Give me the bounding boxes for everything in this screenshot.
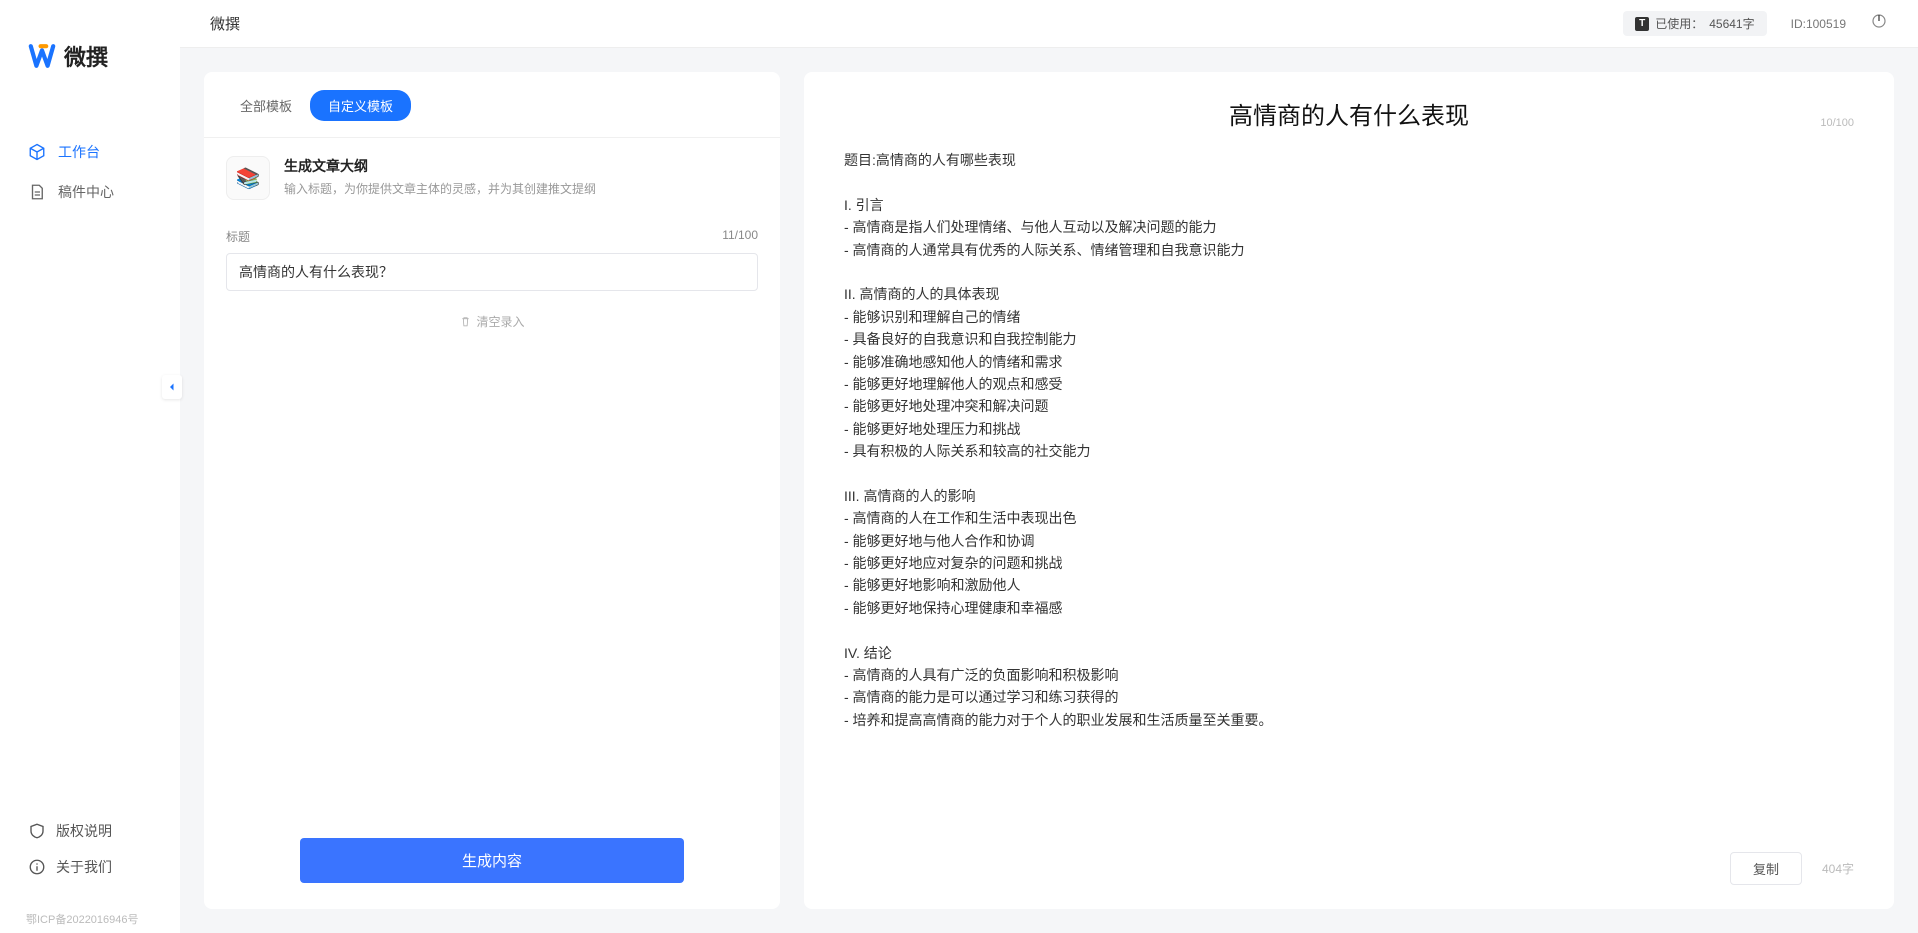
copy-button[interactable]: 复制: [1730, 852, 1802, 885]
footer-item-label: 关于我们: [56, 857, 112, 877]
usage-badge[interactable]: T 已使用： 45641字: [1623, 11, 1766, 36]
template-tabs: 全部模板 自定义模板: [204, 90, 780, 138]
icp-text: 鄂ICP备2022016946号: [0, 905, 180, 933]
footer-about[interactable]: 关于我们: [28, 849, 152, 885]
sidebar: 微撰 工作台 稿件中心 版权说明 关于我们 鄂ICP备2022016946号: [0, 0, 180, 933]
chevron-left-icon: [166, 381, 178, 393]
output-body[interactable]: 题目:高情商的人有哪些表现 I. 引言 - 高情商是指人们处理情绪、与他人互动以…: [844, 149, 1854, 836]
clear-input-button[interactable]: 清空录入: [204, 299, 780, 344]
output-title-counter: 10/100: [1820, 117, 1854, 129]
shield-icon: [28, 822, 46, 840]
output-title[interactable]: 高情商的人有什么表现: [1229, 96, 1469, 131]
footer-item-label: 版权说明: [56, 821, 112, 841]
input-panel: 全部模板 自定义模板 📚 生成文章大纲 输入标题，为你提供文章主体的灵感，并为其…: [204, 72, 780, 909]
selected-template-card: 📚 生成文章大纲 输入标题，为你提供文章主体的灵感，并为其创建推文提纲: [204, 138, 780, 210]
nav-item-label: 稿件中心: [58, 182, 114, 202]
cube-icon: [28, 143, 46, 161]
info-icon: [28, 858, 46, 876]
generate-button[interactable]: 生成内容: [300, 838, 684, 883]
usage-prefix: 已使用：: [1655, 15, 1703, 32]
clear-label: 清空录入: [476, 313, 524, 330]
document-icon: [28, 183, 46, 201]
logo-icon: [28, 42, 56, 70]
main-nav: 工作台 稿件中心: [0, 112, 180, 813]
nav-workspace[interactable]: 工作台: [0, 132, 180, 172]
template-title: 生成文章大纲: [284, 156, 758, 176]
trash-icon: [459, 315, 472, 328]
power-button[interactable]: [1870, 12, 1888, 35]
topbar: 微撰 T 已使用： 45641字 ID:100519: [180, 0, 1918, 48]
brand-logo: 微撰: [0, 30, 180, 112]
tab-all-templates[interactable]: 全部模板: [222, 90, 310, 121]
content-row: 全部模板 自定义模板 📚 生成文章大纲 输入标题，为你提供文章主体的灵感，并为其…: [180, 48, 1918, 933]
field-label: 标题: [226, 228, 250, 245]
template-icon: 📚: [226, 156, 270, 200]
nav-docs[interactable]: 稿件中心: [0, 172, 180, 212]
text-icon: T: [1635, 17, 1649, 31]
power-icon: [1870, 12, 1888, 30]
brand-name: 微撰: [64, 40, 108, 72]
nav-item-label: 工作台: [58, 142, 100, 162]
sidebar-footer: 版权说明 关于我们: [0, 813, 180, 905]
word-count: 404字: [1822, 860, 1854, 877]
output-footer: 复制 404字: [844, 836, 1854, 885]
field-counter: 11/100: [722, 228, 758, 245]
title-input[interactable]: [226, 253, 758, 291]
main-area: 微撰 T 已使用： 45641字 ID:100519 全部模板 自定义模板 📚: [180, 0, 1918, 933]
template-subtitle: 输入标题，为你提供文章主体的灵感，并为其创建推文提纲: [284, 180, 758, 197]
title-field-block: 标题 11/100: [204, 210, 780, 299]
user-id: ID:100519: [1791, 17, 1846, 31]
footer-copyright[interactable]: 版权说明: [28, 813, 152, 849]
sidebar-collapse-handle[interactable]: [162, 375, 182, 399]
tab-custom-template[interactable]: 自定义模板: [310, 90, 411, 121]
output-panel: 高情商的人有什么表现 10/100 题目:高情商的人有哪些表现 I. 引言 - …: [804, 72, 1894, 909]
page-title: 微撰: [210, 13, 240, 34]
usage-value: 45641字: [1709, 15, 1754, 32]
